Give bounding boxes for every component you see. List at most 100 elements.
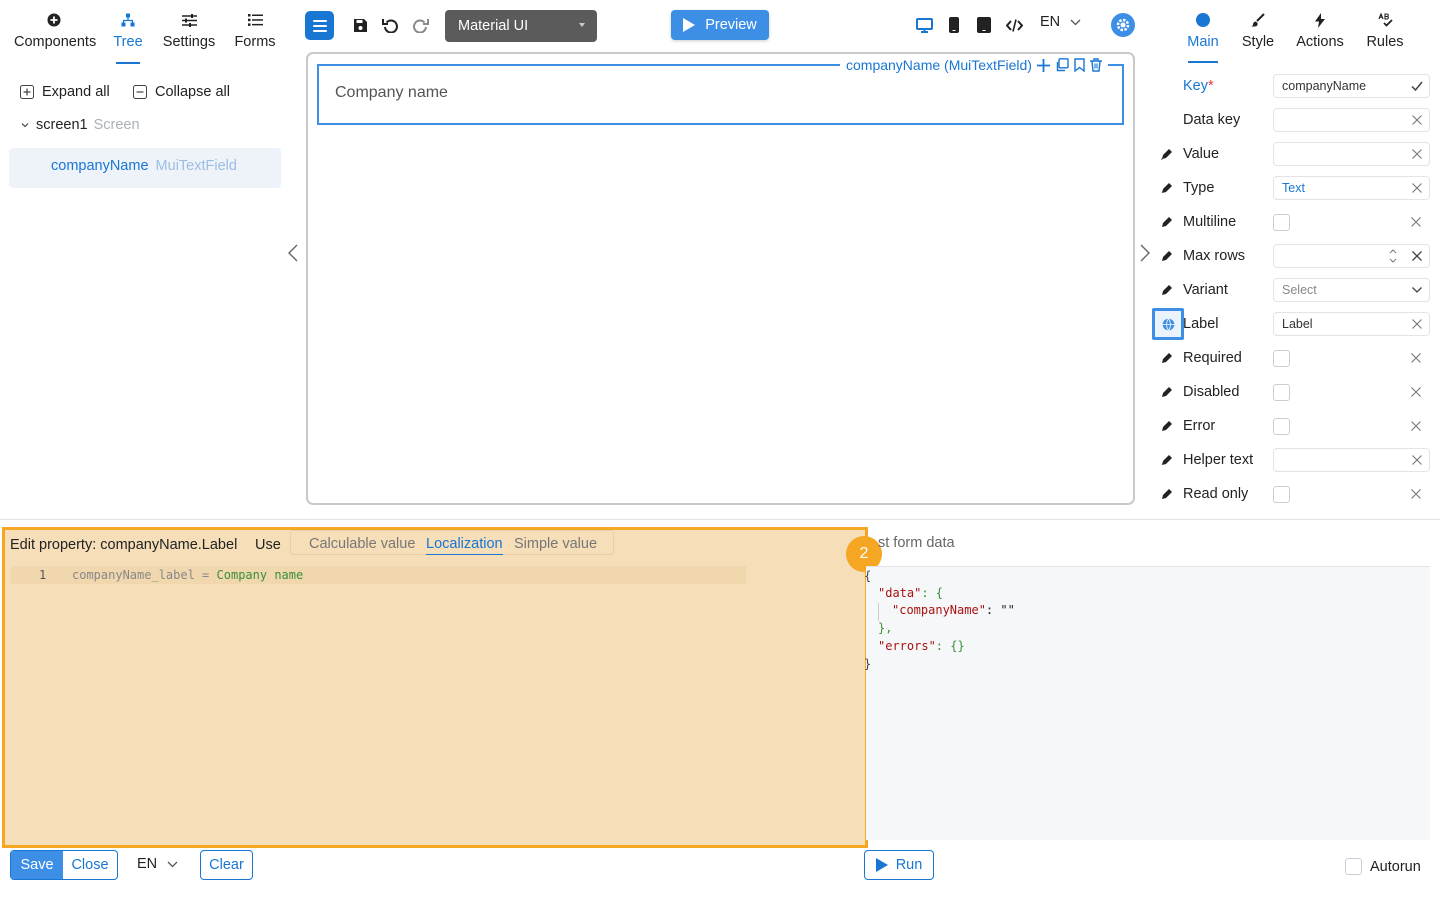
type-input[interactable]: Text [1273, 176, 1430, 200]
helper-text-input[interactable] [1273, 448, 1430, 472]
tab-label: Forms [234, 34, 276, 50]
label-label: Label [1183, 316, 1219, 332]
tab-main[interactable]: Main [1186, 10, 1220, 50]
ui-library-select[interactable]: Material UI [445, 10, 597, 42]
desktop-view-button[interactable] [911, 12, 937, 38]
pen-icon[interactable] [1160, 215, 1174, 229]
design-canvas[interactable]: Company name companyName (MuiTextField) [306, 52, 1135, 505]
prop-read-only: Read only [1160, 481, 1432, 507]
tab-label: Rules [1366, 34, 1404, 50]
data-key-input[interactable] [1273, 108, 1430, 132]
clear-icon[interactable] [1410, 352, 1422, 364]
close-button[interactable]: Close [63, 851, 117, 879]
localization-toggle[interactable] [1152, 308, 1184, 340]
save-icon-button[interactable] [347, 12, 373, 38]
trash-icon[interactable] [1089, 58, 1102, 72]
tab-rules[interactable]: Rules [1364, 10, 1406, 50]
read-only-checkbox[interactable] [1273, 485, 1290, 503]
pen-icon[interactable] [1160, 351, 1174, 365]
pen-icon[interactable] [1160, 453, 1174, 467]
autorun-toggle[interactable]: Autorun [1345, 858, 1421, 875]
clear-icon[interactable] [1411, 148, 1423, 160]
json-line: "data": { [878, 586, 944, 600]
clear-button[interactable]: Clear [200, 850, 253, 880]
expand-all-label: Expand all [42, 84, 110, 100]
value-input[interactable] [1273, 142, 1430, 166]
label-input[interactable]: Label [1273, 312, 1430, 336]
pen-icon[interactable] [1160, 385, 1174, 399]
collapse-all-button[interactable]: Collapse all [133, 84, 230, 100]
preview-button[interactable]: Preview [671, 10, 769, 40]
autorun-checkbox[interactable] [1345, 858, 1362, 875]
code-view-button[interactable] [1001, 12, 1027, 38]
pen-icon[interactable] [1160, 283, 1174, 297]
globe-icon [1162, 317, 1174, 331]
sliders-icon [162, 10, 216, 30]
redo-button[interactable] [407, 12, 433, 38]
read-only-label: Read only [1183, 486, 1249, 502]
form-data-viewer[interactable]: { "data": { "companyName": "" }, "errors… [864, 566, 1430, 840]
stepper-icon[interactable] [1389, 248, 1397, 264]
mobile-view-button[interactable] [941, 12, 967, 38]
tab-components[interactable]: Components [14, 10, 96, 64]
mode-localization[interactable]: Localization [426, 536, 503, 555]
tablet-view-button[interactable] [971, 12, 997, 38]
language-select[interactable]: EN [1040, 14, 1081, 30]
tab-actions[interactable]: Actions [1294, 10, 1346, 50]
prop-key: Key* companyName [1160, 73, 1432, 99]
mode-simple[interactable]: Simple value [514, 536, 597, 552]
pen-icon[interactable] [1160, 181, 1174, 195]
pen-icon[interactable] [1160, 147, 1174, 161]
pen-icon[interactable] [1160, 487, 1174, 501]
clear-icon[interactable] [1411, 318, 1423, 330]
pen-icon[interactable] [1160, 419, 1174, 433]
editor-language-select[interactable]: EN [137, 856, 178, 872]
clear-icon[interactable] [1410, 386, 1422, 398]
multiline-checkbox[interactable] [1273, 213, 1290, 231]
chevron-down-icon [21, 123, 29, 128]
tree-node-companyname[interactable]: companyName MuiTextField [9, 148, 281, 188]
check-icon[interactable] [1411, 80, 1423, 92]
clear-icon[interactable] [1411, 182, 1423, 194]
theme-settings-button[interactable] [1111, 13, 1135, 37]
add-icon[interactable] [1036, 58, 1050, 72]
prop-type: Type Text [1160, 175, 1432, 201]
clear-icon[interactable] [1410, 216, 1422, 228]
tab-tree[interactable]: Tree [110, 10, 146, 64]
menu-icon [312, 19, 327, 32]
prop-label: Label Label [1152, 308, 1432, 340]
disabled-checkbox[interactable] [1273, 383, 1290, 401]
expand-all-button[interactable]: Expand all [20, 84, 110, 100]
copy-icon[interactable] [1055, 58, 1069, 72]
clear-icon[interactable] [1410, 420, 1422, 432]
clear-icon[interactable] [1410, 488, 1422, 500]
menu-button[interactable] [305, 11, 334, 40]
key-input[interactable]: companyName [1273, 74, 1430, 98]
clear-icon[interactable] [1411, 454, 1423, 466]
bookmark-icon[interactable] [1074, 58, 1085, 72]
json-line: "companyName": "" [892, 603, 1015, 617]
data-key-label: Data key [1183, 112, 1241, 128]
left-collapse-arrow[interactable] [288, 244, 298, 262]
code-icon [1005, 18, 1023, 32]
clear-icon[interactable] [1411, 250, 1423, 262]
required-mark: * [1208, 78, 1214, 94]
right-collapse-arrow[interactable] [1140, 244, 1150, 262]
error-checkbox[interactable] [1273, 417, 1290, 435]
tree-node-screen[interactable]: screen1 Screen [20, 117, 140, 133]
required-checkbox[interactable] [1273, 349, 1290, 367]
mode-calculable[interactable]: Calculable value [309, 536, 415, 552]
text-field-label: Company name [335, 84, 448, 101]
brush-icon [1240, 10, 1276, 30]
tab-settings[interactable]: Settings [162, 10, 216, 64]
undo-button[interactable] [377, 12, 403, 38]
tab-forms[interactable]: Forms [232, 10, 278, 64]
max-rows-input[interactable] [1273, 244, 1430, 268]
tab-style[interactable]: Style [1240, 10, 1276, 50]
save-button[interactable]: Save [11, 851, 63, 879]
run-button[interactable]: Run [864, 850, 934, 880]
pen-icon[interactable] [1160, 249, 1174, 263]
code-line[interactable]: 1 companyName_label = Company name [11, 566, 746, 584]
clear-icon[interactable] [1411, 114, 1423, 126]
variant-select[interactable]: Select [1273, 278, 1430, 302]
